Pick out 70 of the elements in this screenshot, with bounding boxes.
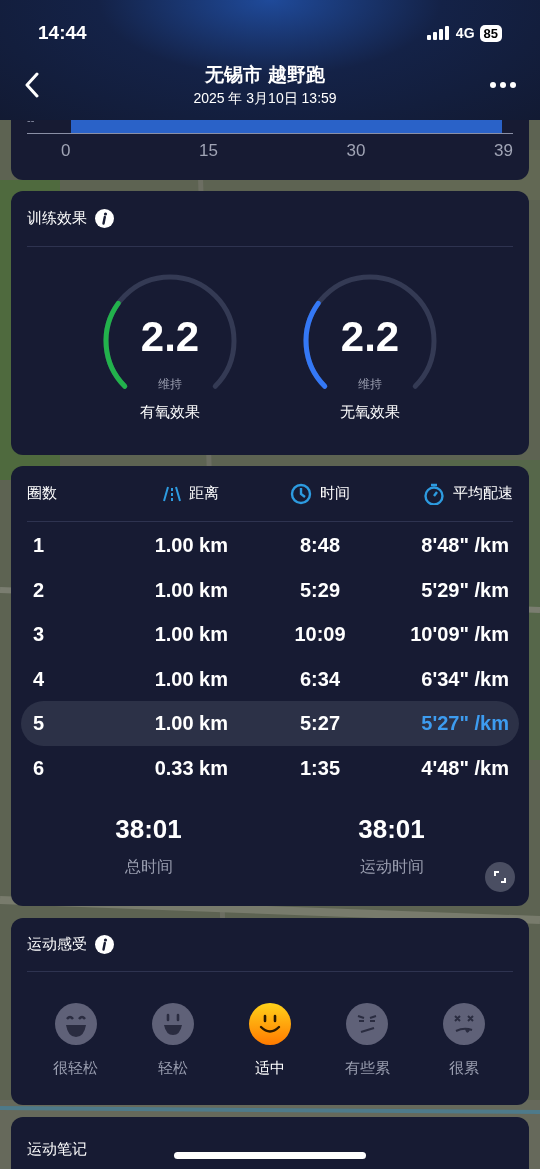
gauge-value: 2.2: [140, 313, 200, 361]
table-cell-text: 1.00 km: [153, 577, 229, 603]
total-value: 38:01: [358, 813, 425, 846]
axis-label: 39: [494, 140, 513, 162]
feeling-label: 很轻松: [53, 1058, 99, 1078]
clock-icon: [290, 482, 312, 505]
grinning-face-icon[interactable]: [151, 1003, 194, 1045]
table-cell-text: 6'34" /km: [420, 666, 510, 692]
info-icon[interactable]: [95, 935, 114, 954]
table-cell-text: 0.33 km: [153, 755, 229, 781]
feeling-label: 轻松: [157, 1058, 188, 1078]
feeling-label: 有些累: [344, 1058, 390, 1078]
total-label: 总时间: [124, 857, 173, 877]
gauge-status: 维持: [358, 376, 382, 393]
status-time: 14:44: [38, 20, 87, 45]
expand-icon[interactable]: [485, 862, 515, 892]
axis-label: 0: [61, 140, 71, 162]
table-cell-text: 5'29" /km: [420, 577, 510, 603]
gauge-label: 无氧效果: [340, 402, 400, 422]
table-cell-text: 5:29: [298, 577, 341, 603]
table-cell-text: 10:09: [293, 622, 347, 648]
table-cell-text: 4: [32, 666, 46, 692]
smiling-face-icon[interactable]: [249, 1003, 291, 1045]
column-header: 时间: [320, 483, 350, 504]
table-cell-text: 6:34: [298, 666, 341, 692]
table-cell-text: 2: [32, 577, 46, 603]
laughing-face-icon[interactable]: [54, 1003, 97, 1045]
road-icon: [163, 484, 182, 503]
network-label: 4G: [455, 23, 475, 43]
table-cell-text: 5'27" /km: [420, 711, 510, 737]
section-title: 运动笔记: [27, 1140, 87, 1157]
total-value: 38:01: [115, 813, 182, 846]
table-cell-text: 8'48" /km: [420, 533, 510, 559]
table-cell-text: 4'48" /km: [420, 755, 510, 781]
feeling-label: 适中: [255, 1058, 285, 1078]
more-icon[interactable]: [490, 82, 516, 88]
table-cell-text: 5: [32, 711, 46, 737]
dizzy-face-icon[interactable]: [443, 1003, 486, 1045]
section-title: 训练效果: [27, 208, 87, 229]
info-icon[interactable]: [95, 209, 114, 228]
feeling-label: 很累: [449, 1058, 480, 1078]
gauge-status: 维持: [158, 376, 182, 393]
battery-level: 85: [479, 24, 502, 42]
activity-title: 无锡市 越野跑: [205, 63, 325, 87]
table-cell-text: 6: [32, 755, 46, 781]
stopwatch-icon: [423, 482, 445, 505]
table-cell-text: 3: [32, 622, 46, 648]
table-cell-text: 1.00 km: [153, 622, 229, 648]
table-cell-text: 1.00 km: [153, 533, 229, 559]
total-label: 运动时间: [359, 857, 424, 877]
gauge-label: 有氧效果: [140, 402, 200, 422]
table-cell-text: 8:48: [298, 533, 341, 559]
back-icon[interactable]: [24, 72, 40, 98]
column-header: 距离: [189, 483, 220, 504]
table-cell-text: 10'09" /km: [409, 622, 510, 648]
table-cell-text: 1: [32, 533, 46, 559]
axis-label: --: [27, 113, 35, 128]
gauge-value: 2.2: [340, 313, 400, 361]
activity-date: 2025 年 3月10日 13:59: [193, 89, 337, 108]
section-title: 运动感受: [27, 934, 87, 955]
table-cell-text: 1:35: [298, 755, 341, 781]
axis-label: 30: [346, 140, 366, 162]
table-cell-text: 5:27: [298, 711, 341, 737]
signal-icon: [426, 26, 451, 40]
axis-label: 15: [199, 140, 218, 162]
table-cell-text: 1.00 km: [153, 666, 229, 692]
table-cell-text: 1.00 km: [153, 711, 229, 737]
column-header: 平均配速: [453, 483, 513, 504]
frowning-face-icon[interactable]: [346, 1003, 389, 1045]
column-header: 圈数: [27, 483, 57, 504]
